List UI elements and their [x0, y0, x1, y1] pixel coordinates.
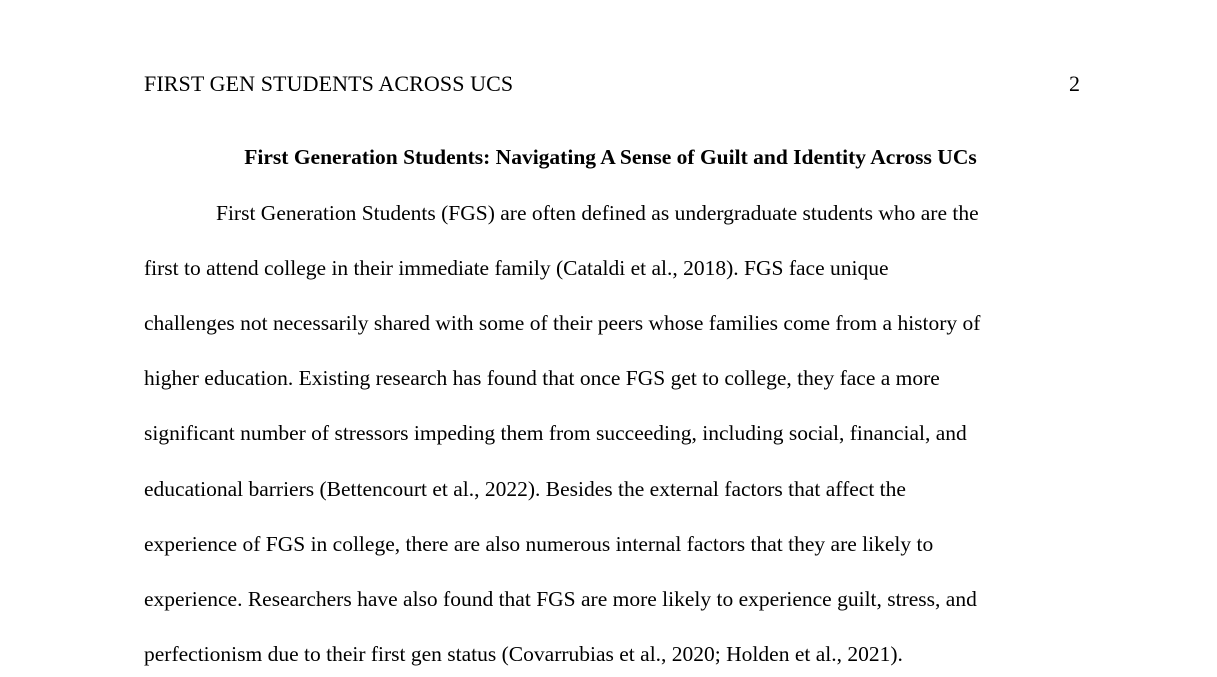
running-head: FIRST GEN STUDENTS ACROSS UCS [144, 71, 514, 96]
page-number: 2 [1069, 71, 1080, 96]
paragraph-line: experience. Researchers have also found … [144, 587, 977, 611]
paragraph-line: perfectionism due to their first gen sta… [144, 642, 903, 666]
paragraph-line: challenges not necessarily shared with s… [144, 311, 981, 335]
paper-title: First Generation Students: Navigating A … [244, 145, 977, 169]
paragraph-line: significant number of stressors impeding… [144, 421, 967, 445]
paragraph-line: higher education. Existing research has … [144, 366, 940, 390]
document-page: FIRST GEN STUDENTS ACROSS UCS 2 First Ge… [0, 0, 1217, 677]
paragraph-line: First Generation Students (FGS) are ofte… [216, 201, 979, 225]
paragraph-line: experience of FGS in college, there are … [144, 532, 934, 556]
paragraph-line: first to attend college in their immedia… [144, 256, 889, 280]
paragraph-line: educational barriers (Bettencourt et al.… [144, 477, 906, 501]
